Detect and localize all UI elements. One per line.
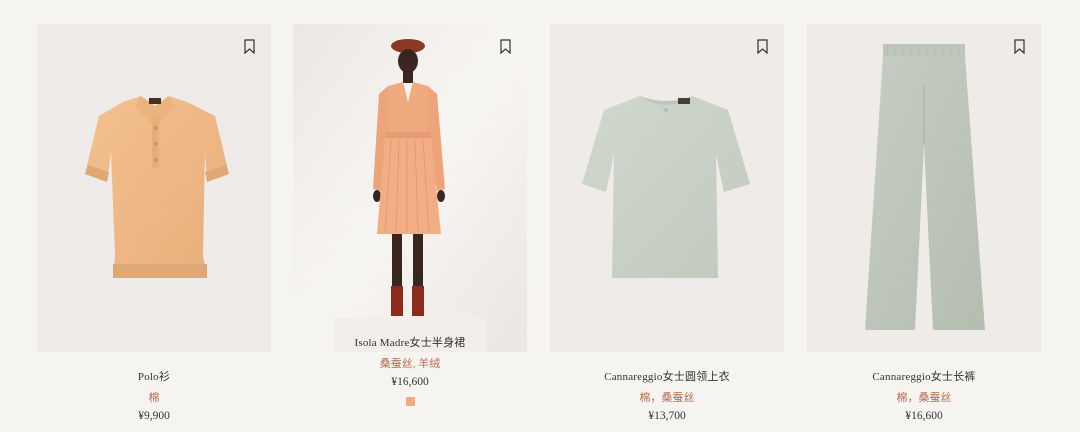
bookmark-icon[interactable] [757,39,768,54]
product-card[interactable]: Cannareggio女士圆领上衣 棉，桑蚕丝 ¥13,700 [550,24,784,424]
product-material: 桑蚕丝, 羊绒 [379,358,441,370]
product-price: ¥9,900 [138,410,170,422]
product-price: ¥16,600 [391,376,429,388]
product-card[interactable]: Polo衫 棉 ¥9,900 [37,24,271,424]
product-material: 棉 [148,392,160,404]
trousers-icon [865,44,985,330]
product-name[interactable]: Polo衫 [37,368,271,384]
product-price: ¥13,700 [648,410,686,422]
product-grid: Polo衫 棉 ¥9,900 Isola Madre女士半身裙 桑蚕丝, 羊绒 … [0,0,1080,432]
product-material: 棉，桑蚕丝 [896,392,952,404]
product-image[interactable] [293,24,527,352]
product-price: ¥16,600 [905,410,943,422]
product-info: Cannareggio女士长裤 棉，桑蚕丝 ¥16,600 [807,368,1041,422]
product-info: Cannareggio女士圆领上衣 棉，桑蚕丝 ¥13,700 [550,368,784,422]
bookmark-icon[interactable] [244,39,255,54]
product-image[interactable] [807,24,1041,352]
color-swatch[interactable] [405,397,415,406]
product-name[interactable]: Isola Madre女士半身裙 [293,334,527,350]
model-dress-icon [293,24,527,352]
product-info: Polo衫 棉 ¥9,900 [37,368,271,422]
product-card[interactable]: Cannareggio女士长裤 棉，桑蚕丝 ¥16,600 [807,24,1041,424]
product-info: Isola Madre女士半身裙 桑蚕丝, 羊绒 ¥16,600 [293,334,527,411]
product-name[interactable]: Cannareggio女士长裤 [807,368,1041,384]
product-material: 棉，桑蚕丝 [639,392,695,404]
product-image[interactable] [550,24,784,352]
bookmark-icon[interactable] [1014,39,1025,54]
product-name[interactable]: Cannareggio女士圆领上衣 [550,368,784,384]
polo-shirt-icon [85,96,229,278]
bookmark-icon[interactable] [500,39,511,54]
product-image[interactable] [37,24,271,352]
tshirt-icon [582,96,750,278]
product-card[interactable]: Isola Madre女士半身裙 桑蚕丝, 羊绒 ¥16,600 [293,24,527,424]
